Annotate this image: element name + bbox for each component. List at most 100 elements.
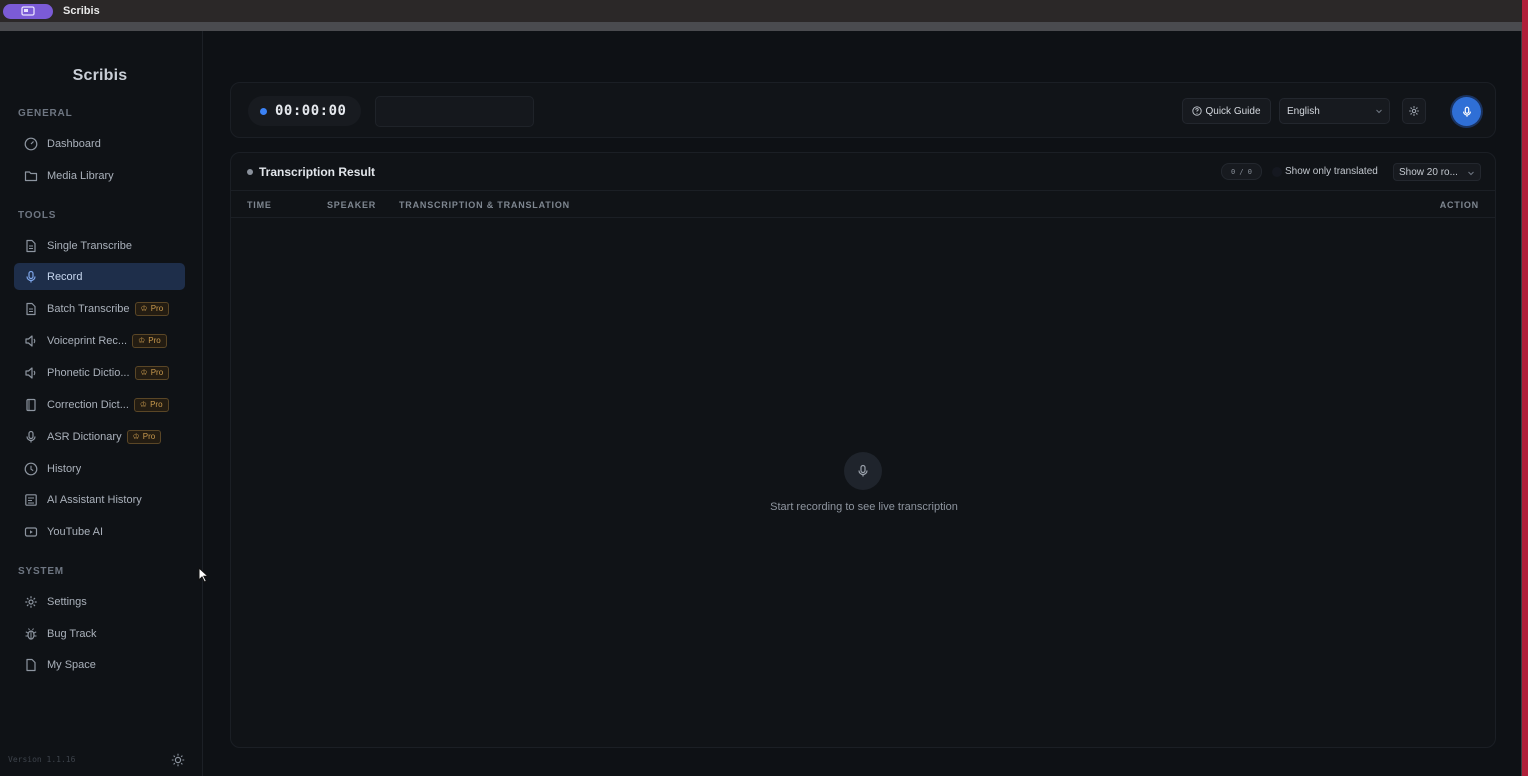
sidebar-item-label: Voiceprint Rec...: [47, 334, 128, 347]
language-value: English: [1287, 105, 1320, 117]
sidebar-item-bug-track[interactable]: Bug Track: [14, 620, 185, 647]
sidebar-item-my-space[interactable]: My Space: [14, 651, 185, 678]
sidebar-item-label: Bug Track: [47, 627, 97, 640]
sidebar-item-label: My Space: [47, 658, 96, 671]
sidebar-item-asr-dictionary[interactable]: ASR Dictionary ♔ Pro: [14, 423, 185, 450]
language-select[interactable]: English: [1279, 98, 1390, 124]
video-play-icon: [23, 524, 39, 540]
sidebar-item-label: YouTube AI: [47, 525, 104, 538]
column-transcription: TRANSCRIPTION & TRANSLATION: [399, 200, 570, 210]
sidebar: Scribis GENERAL Dashboard Media Library …: [0, 31, 203, 776]
sidebar-item-single-transcribe[interactable]: Single Transcribe: [14, 232, 185, 259]
sidebar-item-label: Dashboard: [47, 137, 101, 150]
chevron-down-icon: [1468, 171, 1474, 176]
sidebar-item-dashboard[interactable]: Dashboard: [14, 130, 185, 157]
sidebar-item-history[interactable]: History: [14, 455, 185, 482]
result-counter: 0 / 0: [1221, 163, 1262, 180]
section-tools: TOOLS: [18, 210, 57, 221]
start-recording-button[interactable]: [1452, 97, 1481, 126]
gear-icon: [23, 594, 39, 610]
audio-level-meter: [375, 96, 534, 127]
column-speaker: SPEAKER: [327, 200, 377, 210]
document-icon: [23, 301, 39, 317]
sidebar-item-batch-transcribe[interactable]: Batch Transcribe ♔ Pro: [14, 295, 185, 322]
quick-guide-button[interactable]: Quick Guide: [1182, 98, 1271, 124]
speaker-icon: [23, 333, 39, 349]
sidebar-item-label: Batch Transcribe: [47, 302, 130, 315]
rows-per-page-select[interactable]: Show 20 ro...: [1393, 163, 1481, 181]
sidebar-item-youtube-ai[interactable]: YouTube AI: [14, 518, 185, 545]
sidebar-item-ai-assistant-history[interactable]: AI Assistant History: [14, 486, 185, 513]
show-translated-toggle[interactable]: [1272, 167, 1282, 177]
clock-history-icon: [23, 461, 39, 477]
sidebar-item-record[interactable]: Record: [14, 263, 185, 290]
sidebar-item-label: Correction Dict...: [47, 398, 129, 411]
table-header: TIME SPEAKER TRANSCRIPTION & TRANSLATION…: [231, 191, 1495, 218]
column-time: TIME: [247, 200, 272, 210]
sidebar-item-label: Media Library: [47, 169, 114, 182]
pro-badge: ♔ Pro: [126, 429, 162, 444]
window-frame-edge: [1522, 0, 1528, 776]
sidebar-item-phonetic-dictionary[interactable]: Phonetic Dictio... ♔ Pro: [14, 359, 185, 386]
crown-icon: ♔: [140, 368, 148, 377]
version-label: Version 1.1.16: [8, 755, 76, 764]
recording-timer: 00:00:00: [248, 96, 361, 126]
column-action: ACTION: [1439, 200, 1479, 210]
sidebar-item-label: Phonetic Dictio...: [47, 366, 130, 379]
sidebar-item-label: AI Assistant History: [47, 493, 142, 506]
theme-toggle-button[interactable]: [170, 752, 186, 768]
book-icon: [23, 397, 39, 413]
section-system: SYSTEM: [18, 566, 64, 577]
document-icon: [23, 238, 39, 254]
crown-icon: ♔: [140, 304, 148, 313]
crown-icon: ♔: [139, 400, 148, 409]
sidebar-item-label: History: [47, 462, 82, 475]
recording-status-dot: [260, 107, 267, 115]
status-dot: [247, 169, 253, 175]
speaker-icon: [23, 365, 39, 381]
os-separator: [0, 22, 1528, 31]
window-scroll-edge: [1521, 31, 1522, 776]
panel-header: Transcription Result 0 / 0 Show only tra…: [231, 153, 1495, 191]
assistant-board-icon: [23, 492, 39, 508]
rows-per-page-value: Show 20 ro...: [1399, 166, 1458, 178]
microphone-icon: [1462, 106, 1471, 117]
crown-icon: ♔: [132, 432, 140, 441]
sidebar-item-label: Settings: [47, 595, 87, 608]
recording-control-bar: 00:00:00 Quick Guide English: [230, 82, 1496, 138]
section-general: GENERAL: [18, 108, 73, 119]
sidebar-item-correction-dictionary[interactable]: Correction Dict... ♔ Pro: [14, 391, 185, 418]
app-switcher-icon[interactable]: [3, 3, 53, 19]
sidebar-item-label: ASR Dictionary: [47, 430, 122, 443]
timer-value: 00:00:00: [275, 103, 347, 119]
sidebar-item-label: Record: [47, 270, 83, 283]
mouse-cursor-icon: [198, 567, 210, 583]
pro-badge: ♔ Pro: [134, 365, 170, 380]
chevron-down-icon: [1376, 109, 1382, 114]
os-app-title: Scribis: [63, 5, 100, 17]
show-translated-label[interactable]: Show only translated: [1285, 166, 1378, 177]
crown-icon: ♔: [138, 336, 146, 345]
gear-icon: [1409, 106, 1419, 116]
recording-settings-button[interactable]: [1402, 98, 1426, 124]
pro-badge: ♔ Pro: [133, 397, 169, 412]
gauge-icon: [23, 136, 39, 152]
sidebar-item-settings[interactable]: Settings: [14, 588, 185, 615]
help-circle-icon: [1192, 106, 1203, 116]
sidebar-item-voiceprint[interactable]: Voiceprint Rec... ♔ Pro: [14, 327, 185, 354]
bug-icon: [23, 626, 39, 642]
app-window: Scribis GENERAL Dashboard Media Library …: [0, 31, 1521, 776]
sidebar-item-media-library[interactable]: Media Library: [14, 162, 185, 189]
empty-state-message: Start recording to see live transcriptio…: [770, 501, 958, 513]
pro-badge: ♔ Pro: [132, 333, 167, 348]
pro-badge: ♔ Pro: [134, 301, 170, 316]
folder-icon: [23, 168, 39, 184]
quick-guide-label: Quick Guide: [1205, 105, 1261, 117]
empty-state-microphone-icon: [844, 452, 882, 490]
sun-icon: [171, 753, 185, 767]
file-icon: [23, 657, 39, 673]
microphone-icon: [23, 429, 39, 445]
transcription-result-panel: Transcription Result 0 / 0 Show only tra…: [230, 152, 1496, 748]
microphone-icon: [23, 269, 39, 285]
panel-title: Transcription Result: [259, 165, 376, 179]
